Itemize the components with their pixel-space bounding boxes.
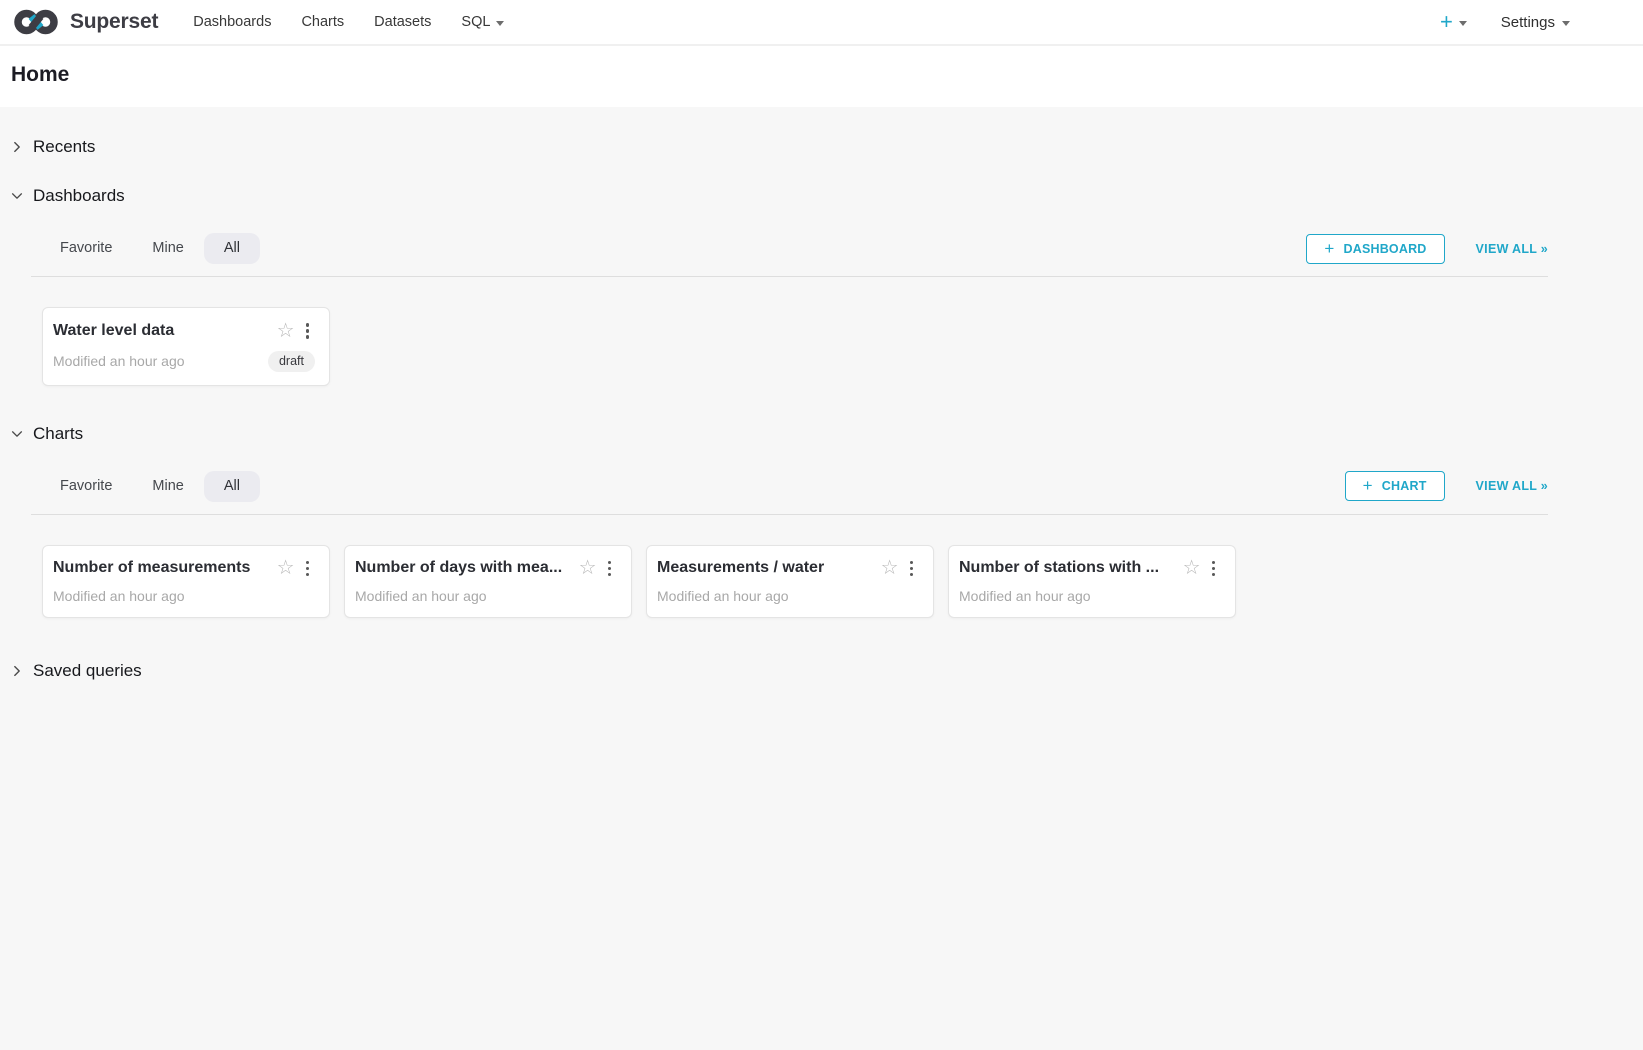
add-chart-label: CHART <box>1382 479 1427 493</box>
dashboard-card[interactable]: Water level data ☆ Modified an hour ago … <box>42 307 330 386</box>
tab-all[interactable]: All <box>204 471 260 502</box>
page-title: Home <box>11 63 1643 87</box>
plus-icon: + <box>1440 11 1453 33</box>
section-charts: Charts Favorite Mine All + CHART VIEW AL… <box>10 424 1548 619</box>
superset-logo-icon <box>12 7 62 37</box>
chevron-down-icon <box>10 189 24 203</box>
tab-mine[interactable]: Mine <box>132 471 203 502</box>
nav-dashboards[interactable]: Dashboards <box>178 14 286 30</box>
main-menu: Dashboards Charts Datasets SQL <box>178 14 519 30</box>
nav-sql[interactable]: SQL <box>446 14 519 30</box>
modified-timestamp: Modified an hour ago <box>959 588 1091 604</box>
dashboards-tabs: Favorite Mine All <box>40 233 260 264</box>
modified-timestamp: Modified an hour ago <box>53 353 185 369</box>
view-all-charts-link[interactable]: VIEW ALL » <box>1476 479 1548 493</box>
chevron-down-icon <box>1459 21 1467 26</box>
chart-card-title[interactable]: Measurements / water <box>657 559 873 577</box>
section-title-dashboards: Dashboards <box>33 186 125 206</box>
superset-logo[interactable]: Superset <box>12 7 158 37</box>
add-dashboard-label: DASHBOARD <box>1343 242 1426 256</box>
favorite-star-icon[interactable]: ☆ <box>277 321 295 341</box>
favorite-star-icon[interactable]: ☆ <box>579 558 597 578</box>
nav-charts[interactable]: Charts <box>286 14 359 30</box>
nav-sql-label: SQL <box>461 14 490 30</box>
section-charts-toggle[interactable]: Charts <box>10 424 1548 444</box>
chart-card-title[interactable]: Number of days with mea... <box>355 559 571 577</box>
plus-icon: + <box>1363 477 1373 494</box>
favorite-star-icon[interactable]: ☆ <box>881 558 899 578</box>
section-title-charts: Charts <box>33 424 83 444</box>
dashboards-submenu: Favorite Mine All + DASHBOARD VIEW ALL » <box>10 233 1548 264</box>
section-recents-toggle[interactable]: Recents <box>10 137 1548 157</box>
kebab-menu-icon[interactable] <box>300 320 316 342</box>
dashboard-card-title[interactable]: Water level data <box>53 322 269 340</box>
kebab-menu-icon[interactable] <box>904 558 920 580</box>
section-title-recents: Recents <box>33 137 95 157</box>
modified-timestamp: Modified an hour ago <box>53 588 185 604</box>
tab-favorite[interactable]: Favorite <box>40 471 132 502</box>
chart-card-title[interactable]: Number of measurements <box>53 559 269 577</box>
settings-menu[interactable]: Settings <box>1501 14 1570 31</box>
top-nav: Superset Dashboards Charts Datasets SQL … <box>0 0 1643 46</box>
kebab-menu-icon[interactable] <box>300 558 316 580</box>
chevron-down-icon <box>496 21 504 26</box>
tab-favorite[interactable]: Favorite <box>40 233 132 264</box>
chevron-down-icon <box>10 427 24 441</box>
section-divider <box>31 514 1548 515</box>
kebab-menu-icon[interactable] <box>1206 558 1222 580</box>
add-dashboard-button[interactable]: + DASHBOARD <box>1306 234 1444 264</box>
brand-name: Superset <box>70 10 158 34</box>
modified-timestamp: Modified an hour ago <box>355 588 487 604</box>
favorite-star-icon[interactable]: ☆ <box>1183 558 1201 578</box>
home-content: Recents Dashboards Favorite Mine All + D… <box>0 107 1643 681</box>
chart-card[interactable]: Measurements / water ☆ Modified an hour … <box>646 545 934 619</box>
section-title-saved-queries: Saved queries <box>33 661 142 681</box>
settings-label: Settings <box>1501 14 1555 31</box>
charts-submenu: Favorite Mine All + CHART VIEW ALL » <box>10 471 1548 502</box>
chart-card[interactable]: Number of measurements ☆ Modified an hou… <box>42 545 330 619</box>
section-dashboards-toggle[interactable]: Dashboards <box>10 186 1548 206</box>
favorite-star-icon[interactable]: ☆ <box>277 558 295 578</box>
add-chart-button[interactable]: + CHART <box>1345 471 1445 501</box>
new-item-button[interactable]: + <box>1440 11 1467 33</box>
kebab-menu-icon[interactable] <box>602 558 618 580</box>
title-band: Home <box>0 46 1643 107</box>
charts-tabs: Favorite Mine All <box>40 471 260 502</box>
chart-card[interactable]: Number of stations with ... ☆ Modified a… <box>948 545 1236 619</box>
plus-icon: + <box>1324 240 1334 257</box>
status-badge: draft <box>268 351 315 372</box>
chevron-right-icon <box>10 140 24 154</box>
view-all-dashboards-link[interactable]: VIEW ALL » <box>1476 242 1548 256</box>
chart-card-title[interactable]: Number of stations with ... <box>959 559 1175 577</box>
tab-all[interactable]: All <box>204 233 260 264</box>
dashboards-cards: Water level data ☆ Modified an hour ago … <box>42 307 1548 386</box>
chevron-down-icon <box>1562 21 1570 26</box>
section-dashboards: Dashboards Favorite Mine All + DASHBOARD… <box>10 186 1548 386</box>
section-saved-queries-toggle[interactable]: Saved queries <box>10 661 1548 681</box>
tab-mine[interactable]: Mine <box>132 233 203 264</box>
chevron-right-icon <box>10 664 24 678</box>
chart-card[interactable]: Number of days with mea... ☆ Modified an… <box>344 545 632 619</box>
charts-cards: Number of measurements ☆ Modified an hou… <box>42 545 1548 619</box>
section-divider <box>31 276 1548 277</box>
modified-timestamp: Modified an hour ago <box>657 588 789 604</box>
nav-datasets[interactable]: Datasets <box>359 14 446 30</box>
